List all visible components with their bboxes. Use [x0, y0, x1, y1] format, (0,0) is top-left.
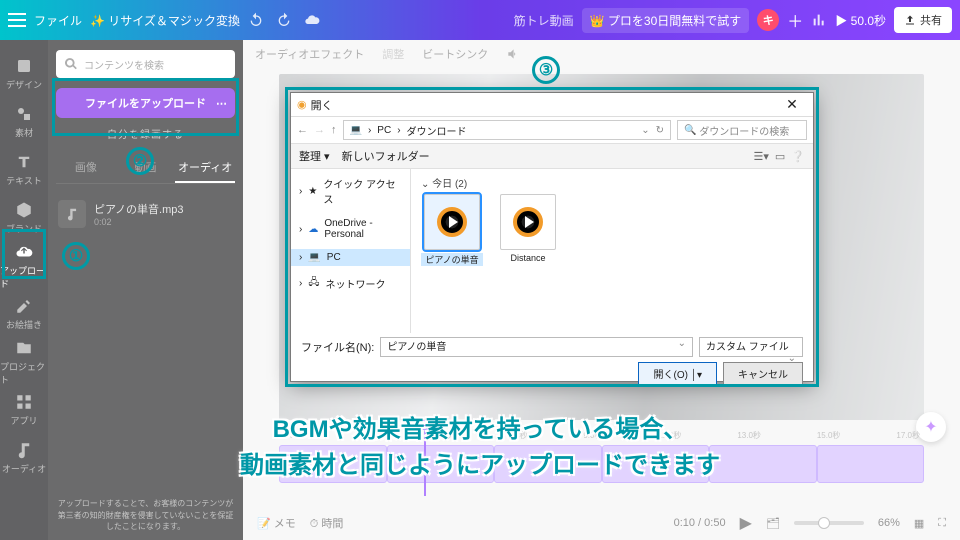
- analytics-icon[interactable]: [811, 12, 827, 28]
- annotation-2: ②: [126, 147, 154, 175]
- plus-icon[interactable]: ＋: [787, 8, 803, 32]
- annotation-1: ①: [62, 242, 90, 270]
- tutorial-subtitle: BGMや効果音素材を持っている場合、 動画素材と同じようにアップロードできます: [0, 412, 960, 484]
- topbar: ファイル ✨ リサイズ＆マジック変換 筋トレ動画 👑 プロを30日間無料で試す …: [0, 0, 960, 40]
- project-title[interactable]: 筋トレ動画: [514, 12, 574, 29]
- file-menu[interactable]: ファイル: [34, 12, 82, 29]
- annotation-3: ③: [532, 56, 560, 84]
- highlight-upload-area: [52, 78, 239, 136]
- menu-icon[interactable]: [8, 13, 26, 27]
- highlight-dialog: [285, 87, 819, 387]
- play-duration[interactable]: ▶ 50.0秒: [835, 12, 886, 29]
- share-button[interactable]: 共有: [894, 7, 952, 33]
- trial-button[interactable]: 👑 プロを30日間無料で試す: [582, 8, 750, 33]
- avatar[interactable]: キ: [757, 9, 779, 31]
- redo-icon[interactable]: [276, 12, 292, 28]
- share-icon: [904, 14, 916, 26]
- highlight-rail-upload: [2, 229, 46, 279]
- resize-button[interactable]: ✨ リサイズ＆マジック変換: [90, 12, 240, 29]
- undo-icon[interactable]: [248, 12, 264, 28]
- cloud-icon[interactable]: [304, 12, 320, 28]
